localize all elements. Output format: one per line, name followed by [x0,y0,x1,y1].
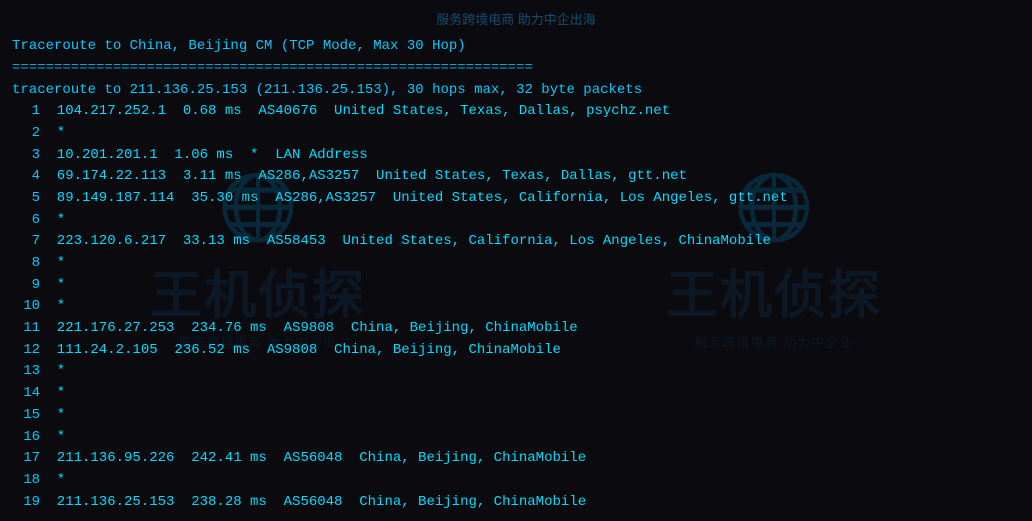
hop-number: 12 [12,340,40,362]
hop-line: 1 104.217.252.1 0.68 ms AS40676 United S… [12,101,1020,123]
hops-container: 1 104.217.252.1 0.68 ms AS40676 United S… [12,101,1020,513]
hop-content: * [40,470,65,492]
hop-content: 223.120.6.217 33.13 ms AS58453 United St… [40,231,771,253]
terminal: 服务跨境电商 助力中企出海 Traceroute to China, Beiji… [0,0,1032,521]
top-banner: 服务跨境电商 助力中企出海 [12,8,1020,36]
hop-content: * [40,275,65,297]
hop-content: * [40,123,65,145]
hop-line: 9 * [12,275,1020,297]
hop-line: 19 211.136.25.153 238.28 ms AS56048 Chin… [12,492,1020,514]
hop-number: 16 [12,427,40,449]
hop-number: 1 [12,101,40,123]
hop-content: * [40,361,65,383]
hop-content: * [40,383,65,405]
hop-line: 3 10.201.201.1 1.06 ms * LAN Address [12,145,1020,167]
hop-number: 4 [12,166,40,188]
hop-number: 2 [12,123,40,145]
hop-content: 89.149.187.114 35.30 ms AS286,AS3257 Uni… [40,188,788,210]
hop-line: 7 223.120.6.217 33.13 ms AS58453 United … [12,231,1020,253]
hop-content: * [40,427,65,449]
hop-line: 18 * [12,470,1020,492]
info-line: traceroute to 211.136.25.153 (211.136.25… [12,80,1020,102]
hop-content: 104.217.252.1 0.68 ms AS40676 United Sta… [40,101,670,123]
hop-number: 11 [12,318,40,340]
hop-line: 16 * [12,427,1020,449]
hop-line: 15 * [12,405,1020,427]
hop-line: 8 * [12,253,1020,275]
hop-content: 211.136.25.153 238.28 ms AS56048 China, … [40,492,586,514]
hop-number: 17 [12,448,40,470]
hop-content: 69.174.22.113 3.11 ms AS286,AS3257 Unite… [40,166,687,188]
hop-line: 11 221.176.27.253 234.76 ms AS9808 China… [12,318,1020,340]
hop-number: 8 [12,253,40,275]
hop-line: 17 211.136.95.226 242.41 ms AS56048 Chin… [12,448,1020,470]
hop-number: 3 [12,145,40,167]
hop-line: 12 111.24.2.105 236.52 ms AS9808 China, … [12,340,1020,362]
hop-number: 10 [12,296,40,318]
hop-number: 9 [12,275,40,297]
title-text: Traceroute to China, Beijing CM (TCP Mod… [12,36,466,58]
info-text: traceroute to 211.136.25.153 (211.136.25… [12,80,642,102]
hop-number: 14 [12,383,40,405]
hop-number: 15 [12,405,40,427]
hop-content: 10.201.201.1 1.06 ms * LAN Address [40,145,368,167]
hop-line: 6 * [12,210,1020,232]
hop-content: 111.24.2.105 236.52 ms AS9808 China, Bei… [40,340,561,362]
hop-content: * [40,253,65,275]
title-line: Traceroute to China, Beijing CM (TCP Mod… [12,36,1020,58]
hop-content: 221.176.27.253 234.76 ms AS9808 China, B… [40,318,578,340]
banner-text: 服务跨境电商 助力中企出海 [436,12,596,27]
hop-line: 4 69.174.22.113 3.11 ms AS286,AS3257 Uni… [12,166,1020,188]
hop-content: * [40,296,65,318]
hop-number: 5 [12,188,40,210]
hop-number: 19 [12,492,40,514]
hop-number: 7 [12,231,40,253]
separator-text: ========================================… [12,58,533,80]
hop-line: 14 * [12,383,1020,405]
hop-number: 18 [12,470,40,492]
separator-line: ========================================… [12,58,1020,80]
hop-content: * [40,210,65,232]
hop-line: 2 * [12,123,1020,145]
hop-line: 10 * [12,296,1020,318]
hop-number: 13 [12,361,40,383]
hop-content: 211.136.95.226 242.41 ms AS56048 China, … [40,448,586,470]
hop-line: 13 * [12,361,1020,383]
hop-number: 6 [12,210,40,232]
hop-content: * [40,405,65,427]
hop-line: 5 89.149.187.114 35.30 ms AS286,AS3257 U… [12,188,1020,210]
